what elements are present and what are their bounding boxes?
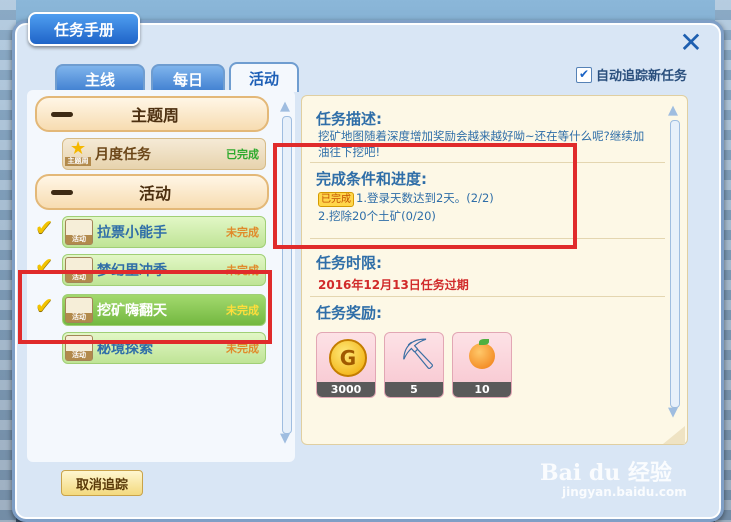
task-icon-label: 活动 [66, 351, 92, 360]
group-label: 活动 [138, 184, 171, 203]
orange-fruit-icon [469, 343, 495, 369]
close-icon: ✕ [679, 26, 703, 59]
task-name: 拉票小能手 [97, 225, 167, 241]
description-title: 任务描述: [316, 110, 382, 128]
highlight-box-selected-task [18, 270, 272, 344]
watermark-brand: Bai du 经验 [540, 460, 672, 486]
reward-amount: 3000 [317, 382, 375, 397]
highlight-box-conditions [273, 143, 577, 249]
group-header-event[interactable]: 活动 [35, 174, 269, 210]
rewards-title: 任务奖励: [316, 304, 382, 322]
gold-coin-icon: G [329, 339, 367, 377]
auto-track-toggle[interactable]: ✔ 自动追踪新任务 [576, 65, 687, 84]
tab-event[interactable]: 活动 [229, 62, 299, 92]
deadline-title: 任务时限: [316, 254, 382, 272]
tab-main[interactable]: 主线 [55, 64, 145, 92]
detail-scroll-down-icon[interactable]: ▼ [668, 406, 678, 420]
collapse-icon [51, 189, 73, 195]
task-status: 已完成 [226, 148, 259, 161]
star-badge-icon: ★ 主题周 [65, 138, 91, 166]
task-name: 月度任务 [95, 147, 151, 163]
task-icon-label: 活动 [66, 235, 92, 244]
detail-scroll-up-icon[interactable]: ▲ [668, 104, 678, 118]
divider [310, 296, 665, 297]
auto-track-label: 自动追踪新任务 [596, 69, 688, 84]
group-label: 主题周 [130, 106, 179, 125]
task-item-monthly[interactable]: ★ 主题周 月度任务 已完成 [62, 138, 266, 170]
scroll-down-icon[interactable]: ▼ [280, 432, 290, 446]
close-button[interactable]: ✕ [678, 29, 704, 57]
tracked-check-icon: ✔ [35, 216, 54, 241]
scroll-up-icon[interactable]: ▲ [280, 100, 290, 114]
task-icon-label: 主题周 [65, 157, 91, 166]
detail-scrollbar[interactable] [670, 120, 680, 408]
cancel-tracking-button[interactable]: 取消追踪 [61, 470, 143, 496]
watermark-url: jingyan.baidu.com [562, 485, 687, 499]
collapse-icon [51, 111, 73, 117]
scroll-icon: 活动 [65, 219, 93, 245]
reward-orange[interactable]: 10 [452, 332, 512, 398]
reward-amount: 5 [385, 382, 443, 397]
checkbox-icon[interactable]: ✔ [576, 66, 592, 83]
page-curl-icon [663, 426, 685, 444]
reward-gold[interactable]: G 3000 [316, 332, 376, 398]
deadline-text: 2016年12月13日任务过期 [318, 278, 469, 292]
watermark: Bai du 经验 jingyan.baidu.com [540, 455, 687, 499]
pickaxe-icon: ⛏ [399, 337, 438, 372]
group-header-theme-week[interactable]: 主题周 [35, 96, 269, 132]
task-item-vote[interactable]: 活动 拉票小能手 未完成 [62, 216, 266, 248]
reward-amount: 10 [453, 382, 511, 397]
leaf-icon [479, 339, 489, 345]
tab-daily[interactable]: 每日 [151, 64, 225, 92]
task-status: 未完成 [226, 226, 259, 239]
dialog-title: 任务手册 [28, 12, 140, 46]
reward-pickaxe[interactable]: ⛏ 5 [384, 332, 444, 398]
